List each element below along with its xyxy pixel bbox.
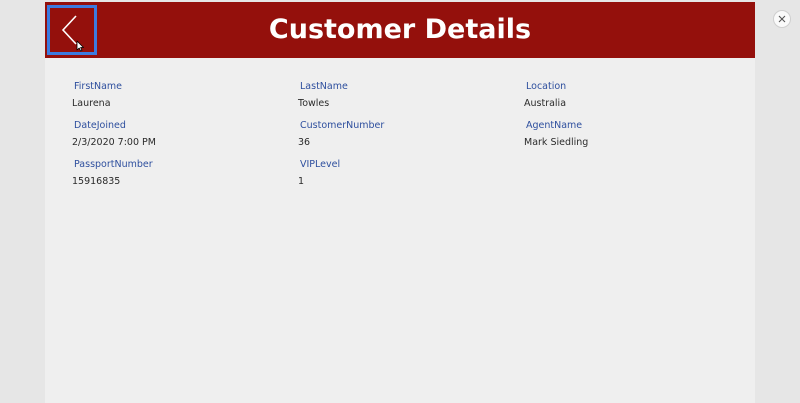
field-date-joined: DateJoined 2/3/2020 7:00 PM [72,119,272,149]
field-agent-name: AgentName Mark Siedling [524,119,724,149]
vip-level-label: VIPLevel [300,159,341,170]
last-name-value: Towles [298,98,330,109]
back-button[interactable] [47,5,97,55]
first-name-value: Laurena [72,98,111,109]
passport-number-value: 15916835 [72,176,121,187]
mouse-pointer-icon [76,40,84,52]
field-last-name: LastName Towles [298,80,498,110]
agent-name-label: AgentName [526,120,583,131]
date-joined-value: 2/3/2020 7:00 PM [72,137,156,148]
vip-level-value: 1 [298,176,305,187]
location-value: Australia [524,98,567,109]
location-label: Location [526,81,567,92]
close-button[interactable] [773,10,791,28]
close-icon [778,15,786,23]
passport-number-label: PassportNumber [74,159,153,170]
customer-number-label: CustomerNumber [300,120,385,131]
field-customer-number: CustomerNumber 36 [298,119,498,149]
field-first-name: FirstName Laurena [72,80,272,110]
field-location: Location Australia [524,80,724,110]
customer-number-value: 36 [298,137,311,148]
last-name-label: LastName [300,81,348,92]
date-joined-label: DateJoined [74,120,126,131]
field-passport-number: PassportNumber 15916835 [72,158,272,188]
page-title: Customer Details [268,14,532,45]
field-vip-level: VIPLevel 1 [298,158,498,188]
customer-details-screen: Customer Details FirstName Laurena LastN… [45,2,755,403]
header-bar: Customer Details [45,2,755,58]
agent-name-value: Mark Siedling [524,137,589,148]
first-name-label: FirstName [74,81,123,92]
